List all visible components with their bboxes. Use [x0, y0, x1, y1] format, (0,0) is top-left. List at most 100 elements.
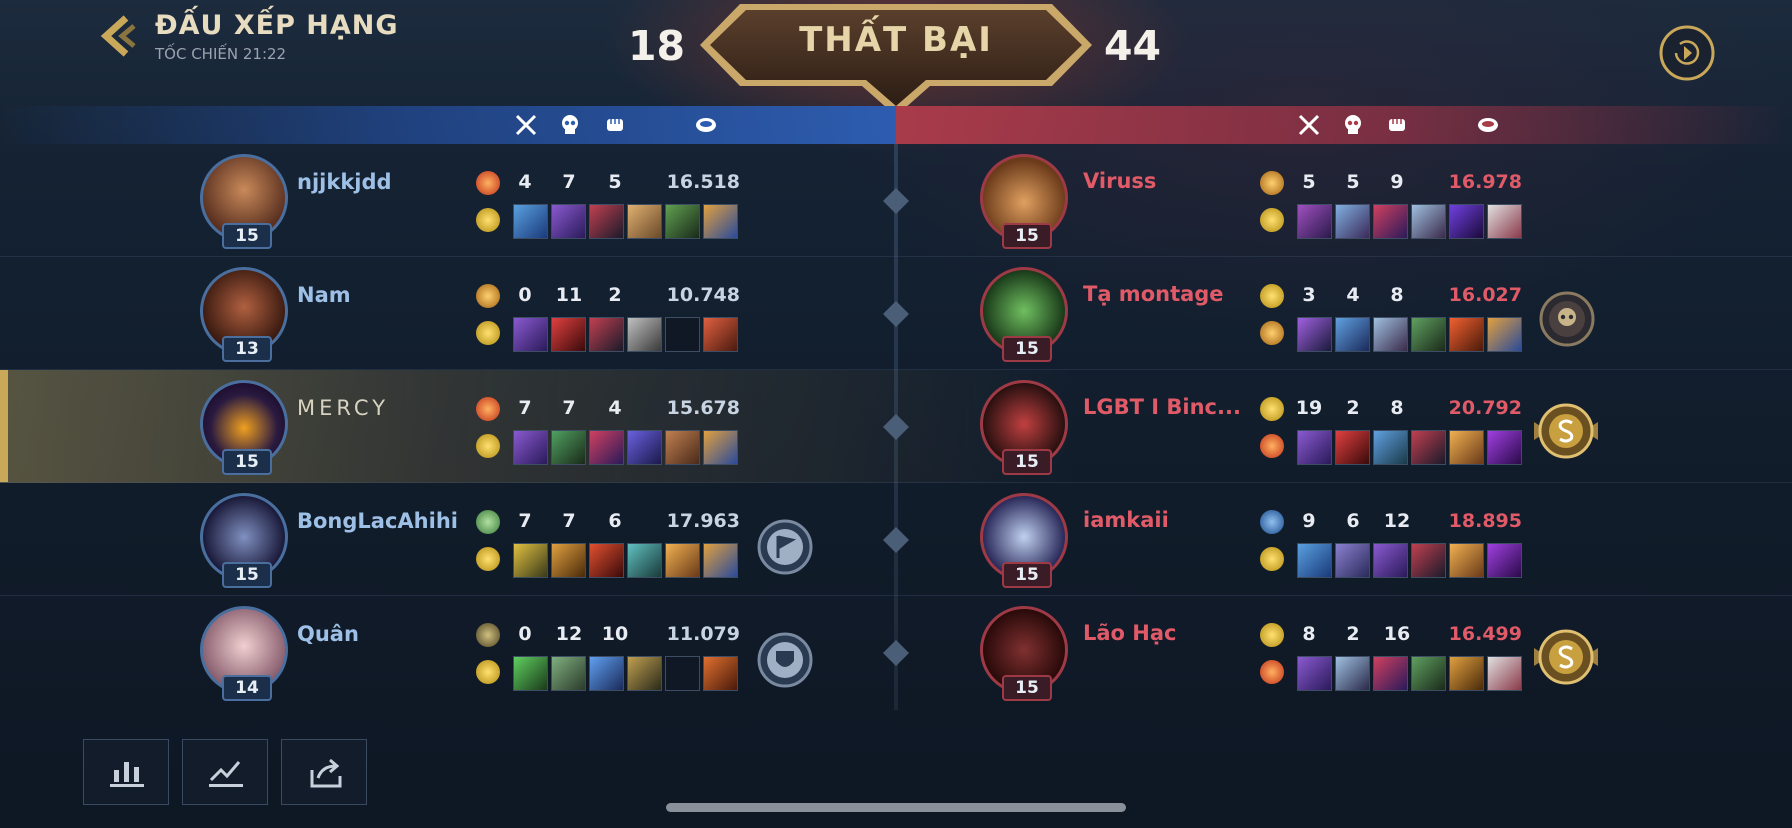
item-slot[interactable] — [1373, 430, 1408, 465]
assists: 6 — [608, 510, 622, 532]
kills: 9 — [1302, 510, 1316, 532]
item-slot[interactable] — [1411, 317, 1446, 352]
hero-level: 15 — [1002, 223, 1052, 249]
item-slot[interactable] — [1449, 204, 1484, 239]
kills: 0 — [518, 623, 532, 645]
player-name[interactable]: LGBT I Binc... — [1083, 395, 1241, 419]
item-slot[interactable] — [1335, 543, 1370, 578]
item-slot[interactable] — [589, 430, 624, 465]
player-name[interactable]: njjkkjdd — [297, 170, 392, 194]
item-slot[interactable] — [1487, 656, 1522, 691]
player-name[interactable]: Quân — [297, 622, 359, 646]
deaths: 4 — [1346, 284, 1360, 306]
item-slot[interactable] — [589, 656, 624, 691]
item-slot[interactable] — [1373, 317, 1408, 352]
item-slot[interactable] — [1411, 656, 1446, 691]
item-slot[interactable] — [703, 543, 738, 578]
item-slot[interactable] — [551, 430, 586, 465]
empty-item-slot[interactable] — [665, 656, 700, 691]
player-name[interactable]: Viruss — [1083, 169, 1156, 193]
item-slot[interactable] — [627, 543, 662, 578]
item-slot[interactable] — [1335, 430, 1370, 465]
item-slot[interactable] — [1487, 204, 1522, 239]
hero-level: 15 — [1002, 449, 1052, 475]
item-slot[interactable] — [589, 543, 624, 578]
item-slot[interactable] — [1373, 656, 1408, 691]
trend-button[interactable] — [182, 739, 268, 805]
item-slot[interactable] — [551, 656, 586, 691]
item-slot[interactable] — [1335, 204, 1370, 239]
lane-icon — [883, 414, 909, 440]
item-slot[interactable] — [703, 430, 738, 465]
item-slot[interactable] — [703, 656, 738, 691]
item-slot[interactable] — [513, 317, 548, 352]
item-slot[interactable] — [1297, 430, 1332, 465]
fist-icon — [607, 119, 623, 131]
item-slot[interactable] — [513, 430, 548, 465]
item-slot[interactable] — [513, 656, 548, 691]
item-slot[interactable] — [551, 543, 586, 578]
item-slot[interactable] — [513, 543, 548, 578]
item-slot[interactable] — [551, 204, 586, 239]
item-slot[interactable] — [1335, 656, 1370, 691]
home-indicator[interactable] — [666, 803, 1126, 812]
item-slot[interactable] — [551, 317, 586, 352]
item-slot[interactable] — [1449, 430, 1484, 465]
kills: 7 — [518, 397, 532, 419]
item-slot[interactable] — [1411, 204, 1446, 239]
item-slot[interactable] — [1373, 543, 1408, 578]
item-slot[interactable] — [513, 204, 548, 239]
player-name-self[interactable]: MERCY — [297, 396, 389, 420]
item-slot[interactable] — [627, 430, 662, 465]
item-slot[interactable] — [703, 204, 738, 239]
item-slot[interactable] — [1449, 543, 1484, 578]
player-name[interactable]: BongLacAhihi — [297, 509, 458, 533]
blue-team-score: 18 — [628, 22, 686, 70]
blue-team-bar — [0, 106, 896, 144]
item-slot[interactable] — [589, 204, 624, 239]
player-name[interactable]: Lão Hạc — [1083, 621, 1177, 645]
item-slot[interactable] — [627, 317, 662, 352]
item-slot[interactable] — [703, 317, 738, 352]
share-button[interactable] — [281, 739, 367, 805]
share-icon — [310, 758, 342, 788]
item-slot[interactable] — [1297, 317, 1332, 352]
item-slot[interactable] — [627, 204, 662, 239]
replay-icon[interactable] — [1658, 24, 1716, 82]
item-slot[interactable] — [1487, 317, 1522, 352]
item-slot[interactable] — [665, 543, 700, 578]
self-highlight-edge — [0, 370, 8, 482]
assists: 2 — [608, 284, 622, 306]
item-slot[interactable] — [1411, 543, 1446, 578]
punish-spell-icon — [1260, 321, 1284, 345]
item-slot[interactable] — [1449, 317, 1484, 352]
player-name[interactable]: Tạ montage — [1083, 282, 1224, 306]
heal-spell-icon — [476, 510, 500, 534]
back-arrow-icon[interactable] — [96, 14, 140, 58]
item-slot[interactable] — [665, 204, 700, 239]
item-slot[interactable] — [1297, 204, 1332, 239]
deaths: 7 — [562, 397, 576, 419]
item-slot[interactable] — [1297, 656, 1332, 691]
flash-spell-icon — [476, 660, 500, 684]
item-slot[interactable] — [1297, 543, 1332, 578]
item-slot[interactable] — [1373, 204, 1408, 239]
item-slot[interactable] — [1335, 317, 1370, 352]
item-slot[interactable] — [589, 317, 624, 352]
player-name[interactable]: Nam — [297, 283, 351, 307]
item-slot[interactable] — [627, 656, 662, 691]
flash-spell-icon — [476, 321, 500, 345]
item-slot[interactable] — [1487, 430, 1522, 465]
stats-button[interactable] — [83, 739, 169, 805]
item-slot[interactable] — [1449, 656, 1484, 691]
item-slot[interactable] — [665, 430, 700, 465]
fist-icon — [1389, 119, 1405, 131]
item-slot[interactable] — [1411, 430, 1446, 465]
hero-level: 15 — [222, 449, 272, 475]
assists: 4 — [608, 397, 622, 419]
hero-level: 14 — [222, 675, 272, 701]
ignite-spell-icon — [476, 397, 500, 421]
empty-item-slot[interactable] — [665, 317, 700, 352]
player-name[interactable]: iamkaii — [1083, 508, 1169, 532]
item-slot[interactable] — [1487, 543, 1522, 578]
